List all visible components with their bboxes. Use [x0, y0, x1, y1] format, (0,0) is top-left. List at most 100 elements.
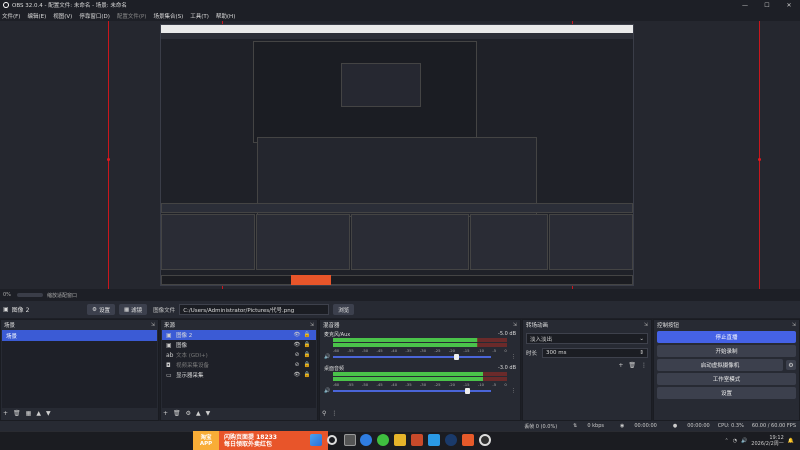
lock-icon[interactable]: 🔒	[302, 362, 312, 368]
app-icon[interactable]	[462, 434, 474, 446]
speaker-icon[interactable]: 🔊	[324, 354, 333, 360]
down-arrow-icon[interactable]: ▼	[46, 410, 51, 417]
menu-help[interactable]: 帮助(H)	[216, 12, 235, 20]
zoom-fit-label[interactable]: 缩放适配窗口	[47, 292, 77, 299]
volume-knob[interactable]	[454, 353, 460, 360]
source-item[interactable]: ▣ 图像 👁 🔒	[162, 340, 316, 350]
trash-icon[interactable]: 🗑	[13, 410, 21, 417]
dropped-frames: 丢帧 0 (0.0%)	[524, 423, 558, 430]
image-file-path[interactable]: C:/Users/Administrator/Pictures/代号.png	[179, 304, 330, 315]
image-icon: ▣	[3, 306, 9, 313]
eye-hidden-icon[interactable]: ⊘	[292, 352, 302, 358]
source-item[interactable]: ◘ 视频采集设备 ⊘ 🔒	[162, 360, 316, 370]
down-arrow-icon[interactable]: ▼	[206, 410, 211, 417]
scene-item[interactable]: 场景	[2, 330, 157, 341]
spin-arrows-icon[interactable]: ⇕	[639, 350, 644, 356]
eye-icon[interactable]: 👁	[292, 342, 302, 348]
filter-icon: ▦	[123, 306, 130, 313]
close-button[interactable]: ✕	[778, 0, 800, 10]
guide-line	[108, 21, 109, 289]
level-fill	[333, 338, 478, 342]
start-recording-button[interactable]: 开始录制	[657, 345, 796, 357]
chrome-icon[interactable]	[377, 434, 389, 446]
up-arrow-icon[interactable]: ▲	[196, 410, 201, 417]
browse-button[interactable]: 浏览	[333, 304, 355, 315]
resize-handle[interactable]	[758, 158, 761, 161]
taobao-ad-banner[interactable]: 淘宝 APP 闪购页面提 18233 每日领取外卖红包	[193, 431, 328, 450]
menu-edit[interactable]: 编辑(E)	[27, 12, 46, 20]
kebab-menu-icon[interactable]: ⋮	[331, 410, 337, 417]
app-icon[interactable]	[411, 434, 423, 446]
chevron-up-icon[interactable]: ⌃	[724, 438, 728, 444]
duration-spinbox[interactable]: 300 ms ⇕	[542, 347, 648, 358]
link-icon[interactable]: ⚲	[322, 410, 326, 417]
captured-toolbar-strip	[161, 33, 633, 39]
minimize-button[interactable]: —	[734, 0, 756, 10]
dock-float-icon[interactable]: ⇲	[644, 322, 648, 328]
badge-line-2: APP	[199, 440, 213, 447]
scenes-list: 场景	[2, 330, 157, 408]
studio-mode-button[interactable]: 工作室模式	[657, 373, 796, 385]
eye-hidden-icon[interactable]: ⊘	[292, 362, 302, 368]
eye-icon[interactable]: 👁	[292, 332, 302, 338]
volume-knob[interactable]	[465, 387, 471, 394]
menu-scene-collection[interactable]: 场景集合(S)	[153, 12, 183, 20]
gear-icon[interactable]: ⚙	[186, 410, 191, 417]
start-icon[interactable]	[310, 434, 322, 446]
maximize-button[interactable]: ☐	[756, 0, 778, 10]
add-icon[interactable]: +	[163, 410, 168, 417]
properties-button[interactable]: ⚙ 设置	[87, 304, 115, 315]
settings-button[interactable]: 设置	[657, 387, 796, 399]
dock-float-icon[interactable]: ⇲	[310, 322, 314, 328]
dock-float-icon[interactable]: ⇲	[151, 322, 155, 328]
source-item[interactable]: ab 文本 (GDI+) ⊘ 🔒	[162, 350, 316, 360]
dock-float-icon[interactable]: ⇲	[513, 322, 517, 328]
cpu-usage: CPU: 0.3%	[717, 423, 744, 429]
steam-icon[interactable]	[445, 434, 457, 446]
search-icon[interactable]	[327, 435, 337, 445]
volume-slider[interactable]	[333, 353, 491, 360]
add-icon[interactable]: +	[618, 362, 623, 369]
dock-float-icon[interactable]: ⇲	[792, 322, 796, 328]
volume-icon[interactable]: 🔊	[741, 438, 747, 444]
menu-view[interactable]: 视图(V)	[53, 12, 72, 20]
eye-icon[interactable]: 👁	[292, 372, 302, 378]
app-icon[interactable]	[428, 434, 440, 446]
gear-icon[interactable]: ⚙	[786, 360, 796, 370]
kebab-menu-icon[interactable]: ⋮	[641, 362, 647, 369]
kebab-menu-icon[interactable]: ⋮	[511, 388, 516, 394]
network-icon[interactable]: ◔	[733, 438, 737, 444]
menu-file[interactable]: 文件(F)	[2, 12, 20, 20]
task-view-icon[interactable]	[344, 434, 356, 446]
start-virtual-camera-button[interactable]: 启动虚拟摄像机	[657, 359, 783, 371]
menu-tools[interactable]: 工具(T)	[190, 12, 209, 20]
clock[interactable]: 19:12 2026/2/2周一	[751, 435, 783, 447]
volume-slider[interactable]	[333, 387, 491, 394]
kebab-menu-icon[interactable]: ⋮	[511, 354, 516, 360]
menu-profile[interactable]: 配置文件(P)	[117, 12, 147, 20]
lock-icon[interactable]: 🔒	[302, 332, 312, 338]
source-item[interactable]: ▭ 显示器采集 👁 🔒	[162, 370, 316, 380]
scenes-dock-title: 场景	[4, 322, 16, 329]
transition-type-select[interactable]: 淡入淡出 ⌄	[526, 333, 648, 344]
stop-streaming-button[interactable]: 停止直播	[657, 331, 796, 343]
zoom-slider[interactable]	[16, 293, 43, 297]
lock-icon[interactable]: 🔒	[302, 352, 312, 358]
add-icon[interactable]: +	[3, 410, 8, 417]
filter-icon[interactable]: ▦	[26, 410, 32, 417]
obs-taskbar-icon[interactable]	[479, 434, 491, 446]
edge-icon[interactable]	[360, 434, 372, 446]
filters-button[interactable]: ▦ 滤镜	[118, 304, 148, 315]
notification-bell-icon[interactable]: 🔔	[788, 438, 794, 444]
file-explorer-icon[interactable]	[394, 434, 406, 446]
source-item[interactable]: ▣ 图像 2 👁 🔒	[162, 330, 316, 340]
taobao-app-badge: 淘宝 APP	[193, 431, 219, 450]
lock-icon[interactable]: 🔒	[302, 372, 312, 378]
up-arrow-icon[interactable]: ▲	[36, 410, 41, 417]
lock-icon[interactable]: 🔒	[302, 342, 312, 348]
resize-handle[interactable]	[107, 158, 110, 161]
trash-icon[interactable]: 🗑	[173, 410, 181, 417]
speaker-icon[interactable]: 🔊	[324, 388, 333, 394]
trash-icon[interactable]: 🗑	[628, 362, 636, 369]
menu-docks[interactable]: 停靠窗口(D)	[79, 12, 110, 20]
